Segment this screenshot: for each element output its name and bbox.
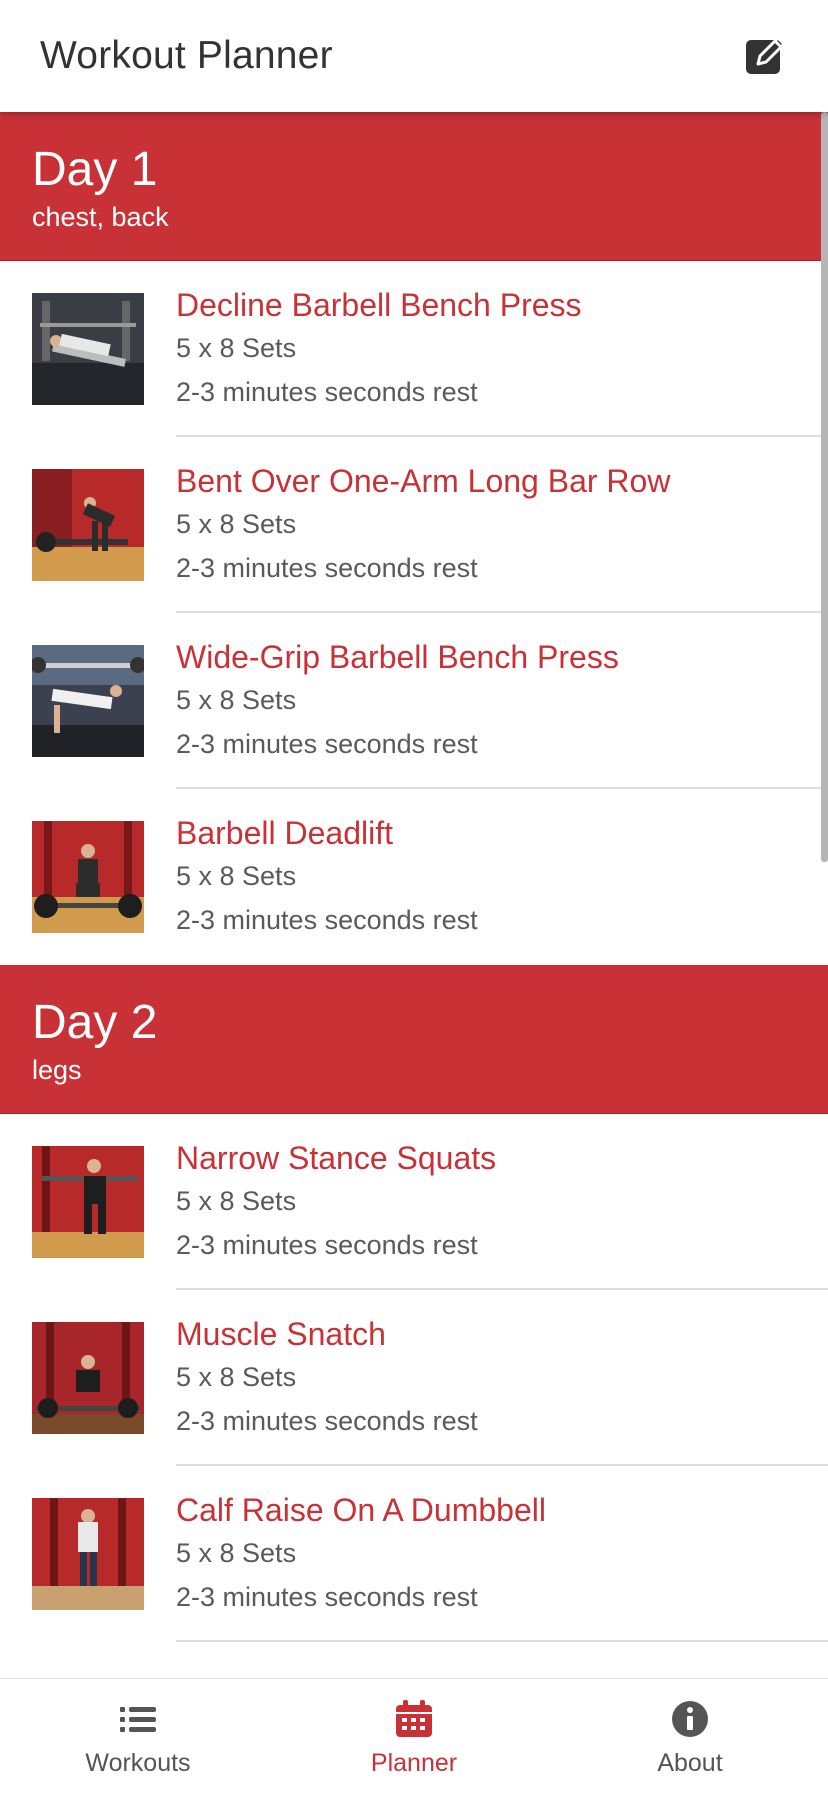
bottom-tab-bar: Workouts Planner About	[0, 1678, 828, 1793]
exercise-name: Barbell Deadlift	[176, 815, 393, 851]
exercise-sets: 5 x 8 Sets	[176, 1538, 297, 1568]
day-title: Day 2	[32, 996, 158, 1049]
day-header: Day 2 legs	[0, 965, 828, 1114]
exercise-item[interactable]: Decline Barbell Bench Press 5 x 8 Sets 2…	[0, 261, 828, 437]
divider	[176, 1640, 828, 1642]
day-muscle-groups: legs	[32, 1055, 82, 1085]
exercise-sets: 5 x 8 Sets	[176, 861, 297, 891]
tab-workouts[interactable]: Workouts	[0, 1679, 276, 1793]
exercise-name: Calf Raise On A Dumbbell	[176, 1492, 546, 1528]
tab-label: Planner	[370, 1749, 458, 1777]
day-title: Day 1	[32, 143, 158, 196]
day-muscle-groups: chest, back	[32, 202, 169, 232]
exercise-item[interactable]: Wide-Grip Barbell Bench Press 5 x 8 Sets…	[0, 613, 828, 789]
calendar-icon	[396, 1700, 432, 1737]
exercise-thumbnail	[32, 645, 144, 757]
list-icon	[120, 1707, 156, 1732]
page-title: Workout Planner	[40, 34, 333, 77]
exercise-name: Narrow Stance Squats	[176, 1140, 497, 1176]
exercise-name: Decline Barbell Bench Press	[176, 287, 582, 323]
exercise-thumbnail	[32, 293, 144, 405]
info-icon	[672, 1701, 708, 1737]
exercise-thumbnail	[32, 1322, 144, 1434]
exercise-sets: 5 x 8 Sets	[176, 1362, 297, 1392]
exercise-rest: 2-3 minutes seconds rest	[176, 1230, 478, 1260]
exercise-item[interactable]: Barbell Deadlift 5 x 8 Sets 2-3 minutes …	[0, 789, 828, 965]
exercise-sets: 5 x 8 Sets	[176, 333, 297, 363]
exercise-name: Wide-Grip Barbell Bench Press	[176, 639, 619, 675]
tab-about[interactable]: About	[552, 1679, 828, 1793]
exercise-thumbnail	[32, 821, 144, 933]
exercise-thumbnail	[32, 1498, 144, 1610]
exercise-sets: 5 x 8 Sets	[176, 685, 297, 715]
tab-planner[interactable]: Planner	[276, 1679, 552, 1793]
edit-icon[interactable]	[744, 34, 788, 78]
exercise-rest: 2-3 minutes seconds rest	[176, 1582, 478, 1612]
exercise-thumbnail	[32, 469, 144, 581]
day-header: Day 1 chest, back	[0, 112, 828, 261]
exercise-rest: 2-3 minutes seconds rest	[176, 729, 478, 759]
exercise-item[interactable]: Muscle Snatch 5 x 8 Sets 2-3 minutes sec…	[0, 1290, 828, 1466]
exercise-item[interactable]: Calf Raise On A Dumbbell 5 x 8 Sets 2-3 …	[0, 1466, 828, 1642]
tab-label: About	[657, 1749, 723, 1777]
scrollbar[interactable]	[821, 112, 828, 862]
exercise-sets: 5 x 8 Sets	[176, 1186, 297, 1216]
planner-list: Day 1 chest, back Decline Barbell Bench …	[0, 112, 828, 1678]
exercise-item[interactable]: Narrow Stance Squats 5 x 8 Sets 2-3 minu…	[0, 1114, 828, 1290]
exercise-name: Bent Over One-Arm Long Bar Row	[176, 463, 671, 499]
exercise-thumbnail	[32, 1146, 144, 1258]
exercise-name: Muscle Snatch	[176, 1316, 386, 1352]
exercise-rest: 2-3 minutes seconds rest	[176, 1406, 478, 1436]
app-header: Workout Planner	[0, 0, 828, 112]
tab-label: Workouts	[85, 1749, 191, 1777]
exercise-item[interactable]: Bent Over One-Arm Long Bar Row 5 x 8 Set…	[0, 437, 828, 613]
exercise-rest: 2-3 minutes seconds rest	[176, 905, 478, 935]
exercise-rest: 2-3 minutes seconds rest	[176, 377, 478, 407]
exercise-sets: 5 x 8 Sets	[176, 509, 297, 539]
exercise-rest: 2-3 minutes seconds rest	[176, 553, 478, 583]
